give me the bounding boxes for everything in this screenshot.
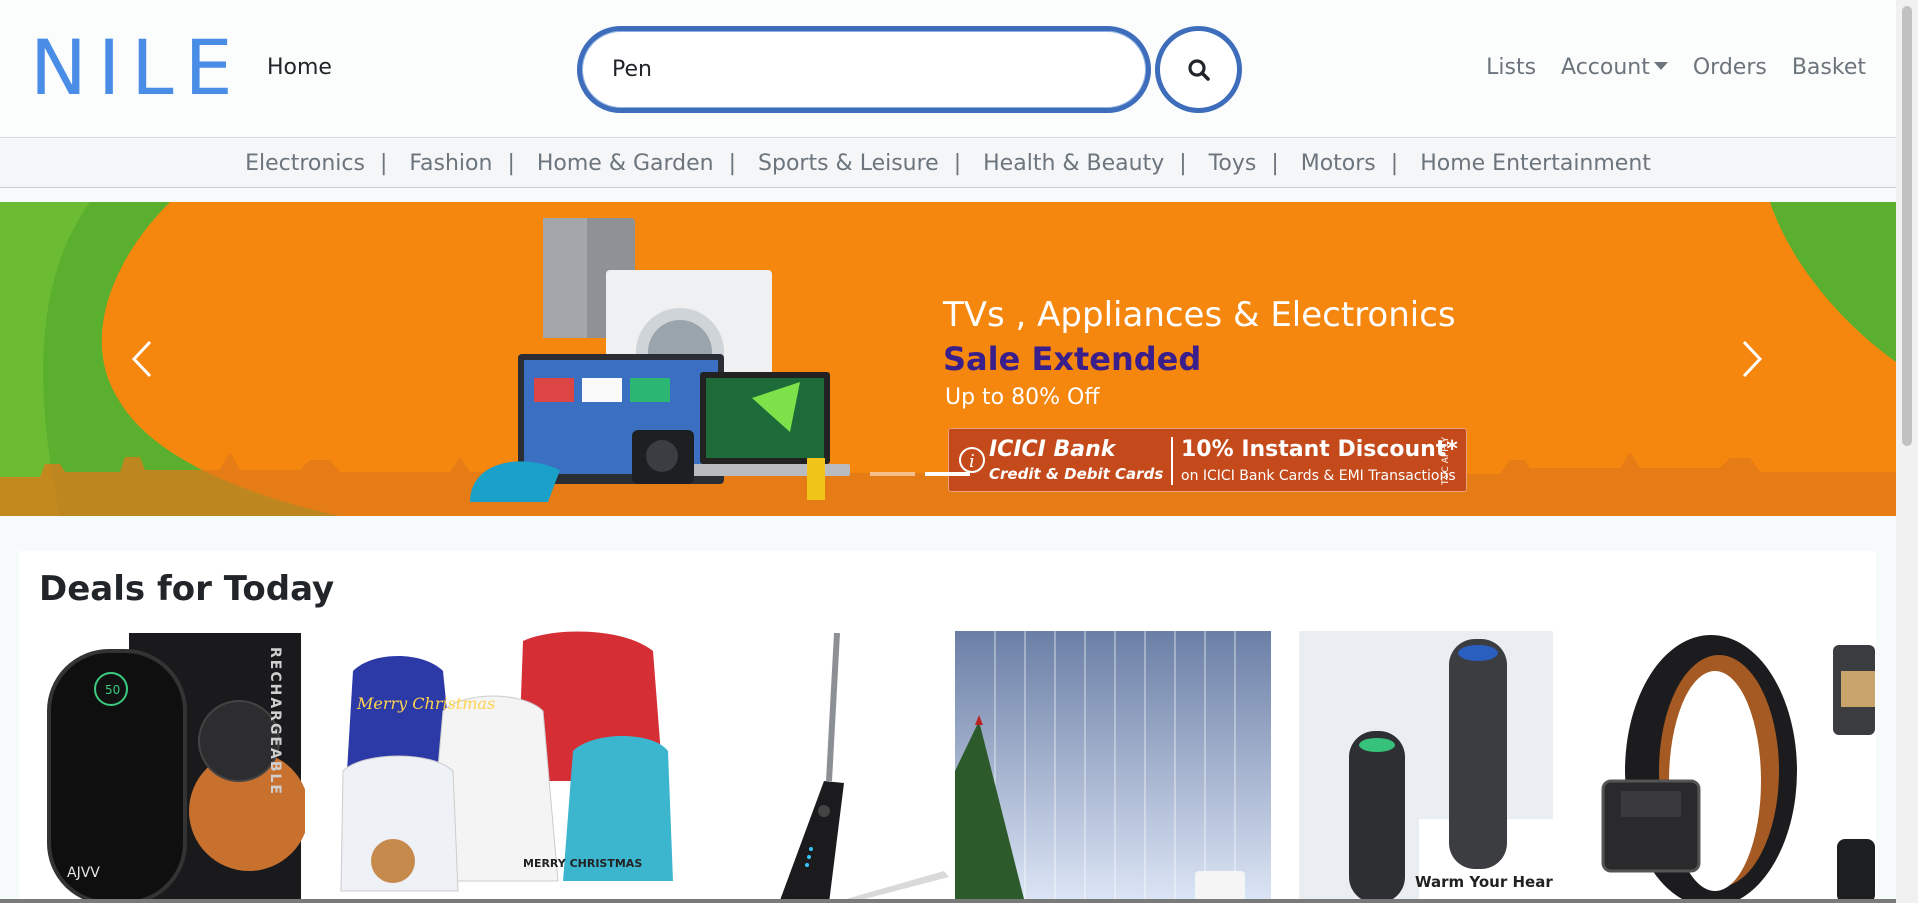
deal-item-curtain-lights[interactable]	[955, 631, 1271, 903]
category-home-entertainment[interactable]: Home Entertainment	[1420, 151, 1651, 176]
window-bottom-edge	[0, 899, 1896, 903]
offer-note: on ICICI Bank Cards & EMI Transactions	[1181, 468, 1456, 484]
deal-item-air-purifier[interactable]: Warm Your Heart	[1299, 631, 1553, 903]
lists-link[interactable]: Lists	[1486, 55, 1536, 80]
account-nav: Lists Account Orders Basket	[1461, 55, 1866, 80]
chevron-right-icon	[1742, 340, 1763, 378]
deal-item-gift-bags[interactable]: Merry Christmas MERRY CHRISTMAS	[333, 631, 681, 903]
account-dropdown[interactable]: Account	[1561, 55, 1668, 80]
lighter-image	[709, 631, 954, 903]
deals-section: Deals for Today 50 RECHARGEABLE AJVV Mer…	[19, 551, 1876, 903]
search-input[interactable]	[577, 26, 1151, 113]
separator: |	[1179, 150, 1187, 176]
gift-text-1: Merry Christmas	[356, 694, 495, 713]
belt-image	[1581, 631, 1811, 903]
offer-card-types: Credit & Debit Cards	[989, 465, 1164, 483]
separator: |	[507, 150, 515, 176]
search-button[interactable]	[1155, 26, 1242, 113]
offer-discount: 10% Instant Discount*	[1181, 437, 1458, 462]
home-link[interactable]: Home	[267, 55, 332, 80]
offer-bank-name: ICICI Bank	[989, 437, 1116, 462]
deals-title: Deals for Today	[39, 569, 335, 609]
curtain-lights-image	[955, 631, 1271, 903]
warmer-box-text: RECHARGEABLE	[267, 647, 283, 796]
orders-link[interactable]: Orders	[1693, 55, 1767, 80]
separator: |	[1390, 150, 1399, 176]
carousel-indicator-1[interactable]	[870, 472, 915, 476]
separator: |	[953, 150, 962, 176]
separator: |	[1271, 150, 1279, 176]
hand-warmer-image: 50 RECHARGEABLE AJVV	[39, 631, 305, 903]
bank-offer-badge: i ICICI Bank Credit & Debit Cards 10% In…	[948, 428, 1467, 492]
deal-item-power-station[interactable]	[1831, 631, 1875, 903]
category-electronics[interactable]: Electronics	[245, 151, 365, 176]
bank-logo-icon: i	[959, 447, 985, 473]
top-navbar: NILE Home Lists Account Orders Basket	[0, 0, 1896, 138]
warmer-brand: AJVV	[67, 865, 100, 881]
caret-down-icon	[1653, 62, 1668, 70]
banner-tagline: Up to 80% Off	[945, 385, 1100, 410]
category-health-beauty[interactable]: Health & Beauty	[983, 151, 1164, 176]
separator: |	[728, 150, 737, 176]
warmer-display: 50	[105, 683, 120, 697]
banner-subtitle: Sale Extended	[943, 340, 1202, 378]
scrollbar-thumb[interactable]	[1902, 6, 1912, 446]
gift-text-2: MERRY CHRISTMAS	[523, 857, 642, 870]
category-toys[interactable]: Toys	[1209, 151, 1257, 176]
deal-item-lighter[interactable]	[709, 631, 954, 903]
carousel-prev-button[interactable]	[112, 322, 172, 396]
category-fashion[interactable]: Fashion	[409, 151, 492, 176]
banner-title: TVs , Appliances & Electronics	[943, 295, 1456, 335]
page-scrollbar[interactable]	[1896, 0, 1918, 903]
chevron-left-icon	[131, 340, 152, 378]
carousel-indicator-2[interactable]	[925, 472, 970, 476]
offer-divider	[1171, 437, 1173, 485]
purifier-caption: Warm Your Heart	[1415, 873, 1553, 891]
search-icon	[1187, 58, 1210, 81]
category-sports-leisure[interactable]: Sports & Leisure	[758, 151, 939, 176]
gift-bags-image: Merry Christmas MERRY CHRISTMAS	[333, 631, 681, 903]
category-motors[interactable]: Motors	[1301, 151, 1376, 176]
site-logo[interactable]: NILE	[30, 18, 244, 118]
carousel-indicators	[870, 472, 970, 476]
separator: |	[379, 150, 388, 176]
category-home-garden[interactable]: Home & Garden	[537, 151, 714, 176]
carousel-next-button[interactable]	[1722, 322, 1782, 396]
svg-text:i: i	[969, 451, 975, 472]
deal-item-hand-warmer[interactable]: 50 RECHARGEABLE AJVV	[39, 631, 305, 903]
power-station-image	[1831, 631, 1875, 903]
account-label: Account	[1561, 55, 1650, 80]
category-bar: Electronics | Fashion | Home & Garden | Spo…	[0, 139, 1896, 188]
air-purifier-image: Warm Your Heart	[1299, 631, 1553, 903]
hero-carousel[interactable]: TVs , Appliances & Electronics Sale Exte…	[0, 202, 1896, 516]
basket-link[interactable]: Basket	[1792, 55, 1866, 80]
deal-item-belt[interactable]	[1581, 631, 1811, 903]
offer-terms: T&C APPLY	[1441, 437, 1451, 485]
